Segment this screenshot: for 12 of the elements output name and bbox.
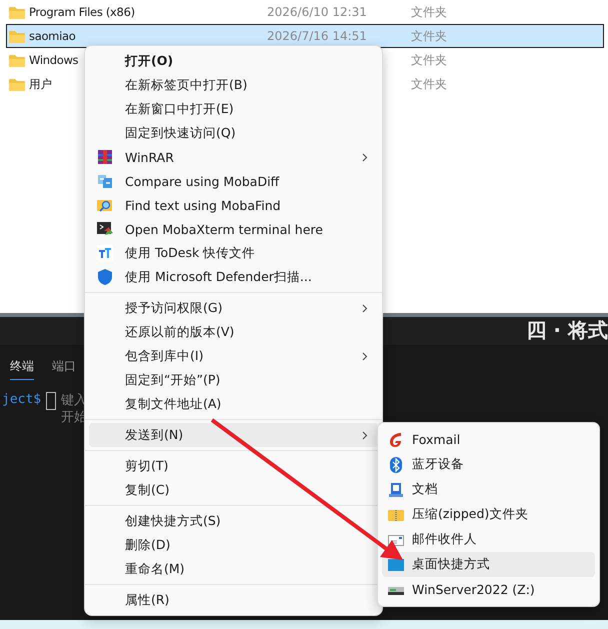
- modified-date: 2026/6/10 12:31: [267, 5, 368, 19]
- file-name: 用户: [29, 76, 52, 92]
- file-name: saomiao: [29, 29, 76, 43]
- file-type: 文件夹: [411, 4, 447, 20]
- shell-prompt: ject$: [2, 392, 42, 407]
- heading-text: 四 · 将式: [526, 317, 608, 344]
- file-type: 文件夹: [411, 76, 447, 92]
- modified-date: 2026/7/16 14:51: [267, 29, 368, 43]
- file-name: Windows: [29, 53, 78, 67]
- file-type: 文件夹: [411, 28, 447, 44]
- file-type: 文件夹: [411, 52, 447, 68]
- file-name: Program Files (x86): [29, 5, 135, 19]
